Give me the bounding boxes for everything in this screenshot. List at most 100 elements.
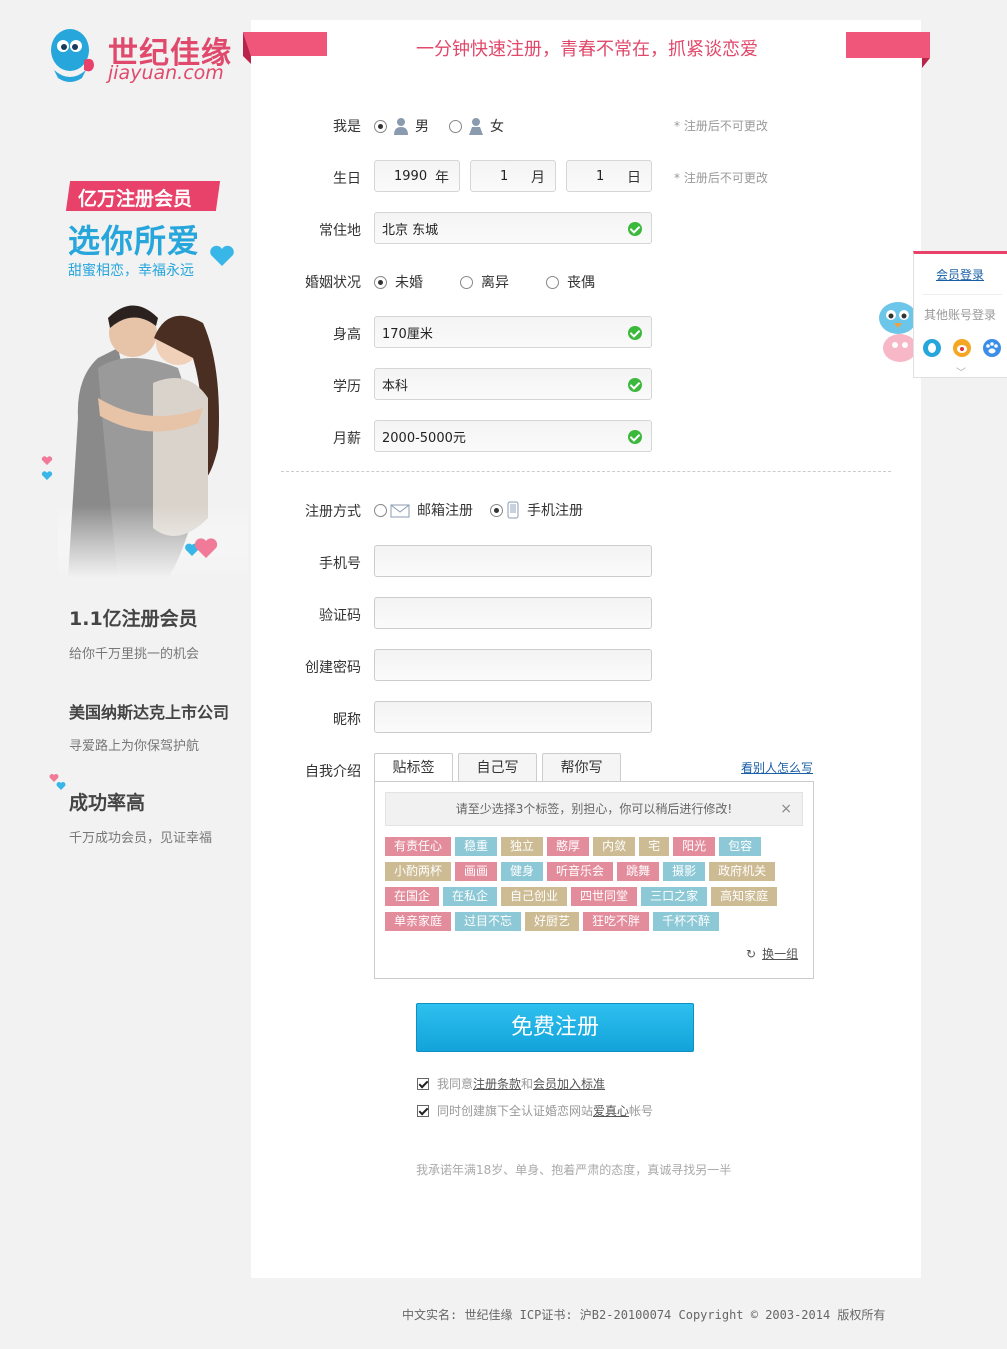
login-floater: 会员登录 其他账号登录 ﹀ [913, 251, 1007, 379]
tag-chip[interactable]: 狂吃不胖 [583, 912, 650, 931]
tag-chip[interactable]: 独立 [501, 837, 544, 856]
member-standard-link[interactable]: 会员加入标准 [533, 1077, 605, 1091]
marital-widowed-label: 丧偶 [567, 275, 595, 291]
nickname-input[interactable] [374, 701, 652, 733]
residence-select[interactable]: 北京 东城 [374, 212, 652, 244]
gender-female-option[interactable]: 女 [449, 116, 504, 136]
tag-chip[interactable]: 摄影 [663, 862, 706, 881]
tag-chip[interactable]: 政府机关 [709, 862, 776, 881]
gender-male-label: 男 [415, 119, 429, 135]
tag-chip[interactable]: 好厨艺 [525, 912, 580, 931]
tag-chip[interactable]: 有责任心 [385, 837, 452, 856]
education-select[interactable]: 本科 [374, 368, 652, 400]
reg-email-radio[interactable] [374, 503, 387, 517]
reg-email-label: 邮箱注册 [417, 503, 473, 519]
education-value: 本科 [382, 378, 409, 394]
weibo-icon[interactable] [952, 338, 972, 358]
close-icon[interactable]: × [780, 793, 792, 825]
check-icon [628, 326, 642, 340]
stat-members: 1.1亿注册会员 给你千万里挑一的机会 [69, 604, 199, 662]
password-input[interactable] [374, 649, 652, 681]
birth-year-unit: 年 [435, 170, 449, 186]
footer-copyright: 中文实名: 世纪佳缘 ICP证书: 沪B2-20100074 Copyright… [402, 1308, 886, 1322]
tag-chip[interactable]: 高知家庭 [711, 887, 778, 906]
heart-pair-small-icon [49, 774, 66, 790]
height-select[interactable]: 170厘米 [374, 316, 652, 348]
tag-chip[interactable]: 稳重 [455, 837, 498, 856]
reg-phone-option[interactable]: 手机注册 [490, 500, 583, 520]
tag-chip[interactable]: 阳光 [673, 837, 716, 856]
gender-male-option[interactable]: 男 [374, 116, 429, 136]
gender-female-radio[interactable] [449, 119, 462, 133]
agree-terms: 我同意注册条款和会员加入标准 [417, 1075, 605, 1092]
marital-option-widowed[interactable]: 丧偶 [546, 272, 595, 292]
tag-chip[interactable]: 单亲家庭 [385, 912, 452, 931]
check-icon [628, 430, 642, 444]
tab-help-write[interactable]: 帮你写 [542, 753, 621, 782]
tag-chip[interactable]: 内敛 [593, 837, 636, 856]
pledge-text: 我承诺年满18岁、单身、抱着严肃的态度，真诚寻找另一半 [416, 1163, 732, 1177]
marital-single-label: 未婚 [395, 275, 423, 291]
tag-chip[interactable]: 在国企 [385, 887, 440, 906]
tag-chip[interactable]: 健身 [501, 862, 544, 881]
chevron-down-icon[interactable]: ﹀ [956, 364, 966, 379]
birth-day-select[interactable]: 1 日 [566, 160, 652, 192]
agree-partner-checkbox[interactable] [417, 1104, 429, 1117]
marital-divorced-radio[interactable] [460, 275, 473, 289]
birth-month-unit: 月 [531, 170, 545, 186]
terms-link[interactable]: 注册条款 [473, 1077, 521, 1091]
stat-members-title: 1.1亿注册会员 [69, 608, 198, 630]
tab-tags[interactable]: 贴标签 [374, 753, 453, 783]
tag-chip[interactable]: 千杯不醉 [653, 912, 720, 931]
tag-chip[interactable]: 三口之家 [641, 887, 708, 906]
tag-chip[interactable]: 跳舞 [617, 862, 660, 881]
agree-terms-text: 我同意注册条款和会员加入标准 [437, 1077, 606, 1091]
ribbon-left-decoration [243, 32, 327, 64]
birth-month-select[interactable]: 1 月 [470, 160, 556, 192]
birth-day-unit: 日 [627, 170, 641, 186]
heart-pair-icon [185, 538, 218, 558]
site-logo[interactable]: 世纪佳缘 jiayuan.com [44, 24, 244, 86]
tag-chip[interactable]: 小酌两杯 [385, 862, 452, 881]
tag-chip[interactable]: 画画 [455, 862, 498, 881]
birth-year-select[interactable]: 1990 年 [374, 160, 460, 192]
verification-code-input[interactable] [374, 597, 652, 629]
residence-value: 北京 东城 [382, 222, 439, 238]
reg-email-option[interactable]: 邮箱注册 [374, 500, 473, 520]
submit-button[interactable]: 免费注册 [416, 1003, 694, 1052]
check-icon [628, 222, 642, 236]
phone-input[interactable] [374, 545, 652, 577]
marital-widowed-radio[interactable] [546, 275, 559, 289]
marital-single-radio[interactable] [374, 275, 387, 289]
agree-terms-checkbox[interactable] [417, 1077, 429, 1090]
check-icon [628, 378, 642, 392]
logo-en: jiayuan.com [108, 62, 224, 84]
salary-select[interactable]: 2000-5000元 [374, 420, 652, 452]
ribbon-right-decoration [846, 32, 930, 68]
member-login-link[interactable]: 会员登录 [936, 266, 984, 283]
marital-option-single[interactable]: 未婚 [374, 272, 423, 292]
tag-chip[interactable]: 憨厚 [547, 837, 590, 856]
tag-chip[interactable]: 在私企 [443, 887, 498, 906]
tag-chip[interactable]: 宅 [639, 837, 670, 856]
qq-icon[interactable] [922, 338, 942, 358]
birthday-note: * 注册后不可更改 [674, 171, 768, 185]
swap-tags-link[interactable]: ↻ 换一组 [746, 945, 798, 962]
tag-chip[interactable]: 四世同堂 [571, 887, 638, 906]
tag-chip[interactable]: 自己创业 [501, 887, 568, 906]
baidu-icon[interactable] [982, 338, 1002, 358]
agree-partner: 同时创建旗下全认证婚恋网站爱真心帐号 [417, 1102, 653, 1119]
marital-option-divorced[interactable]: 离异 [460, 272, 509, 292]
promo-headline: 选你所爱 [68, 222, 201, 260]
birth-month-value: 1 [500, 168, 509, 184]
tag-chip[interactable]: 包容 [719, 837, 762, 856]
tab-write-yourself[interactable]: 自己写 [458, 753, 537, 782]
other-login-label: 其他账号登录 [924, 308, 997, 322]
aizhenxin-link[interactable]: 爱真心 [593, 1104, 629, 1118]
page-slogan: 一分钟快速注册，青春不常在，抓紧谈恋爱 [416, 39, 758, 60]
tag-chip[interactable]: 过目不忘 [455, 912, 522, 931]
gender-male-radio[interactable] [374, 119, 387, 133]
tag-chip[interactable]: 听音乐会 [547, 862, 614, 881]
reg-phone-radio[interactable] [490, 503, 503, 517]
see-others-link[interactable]: 看别人怎么写 [741, 759, 813, 776]
